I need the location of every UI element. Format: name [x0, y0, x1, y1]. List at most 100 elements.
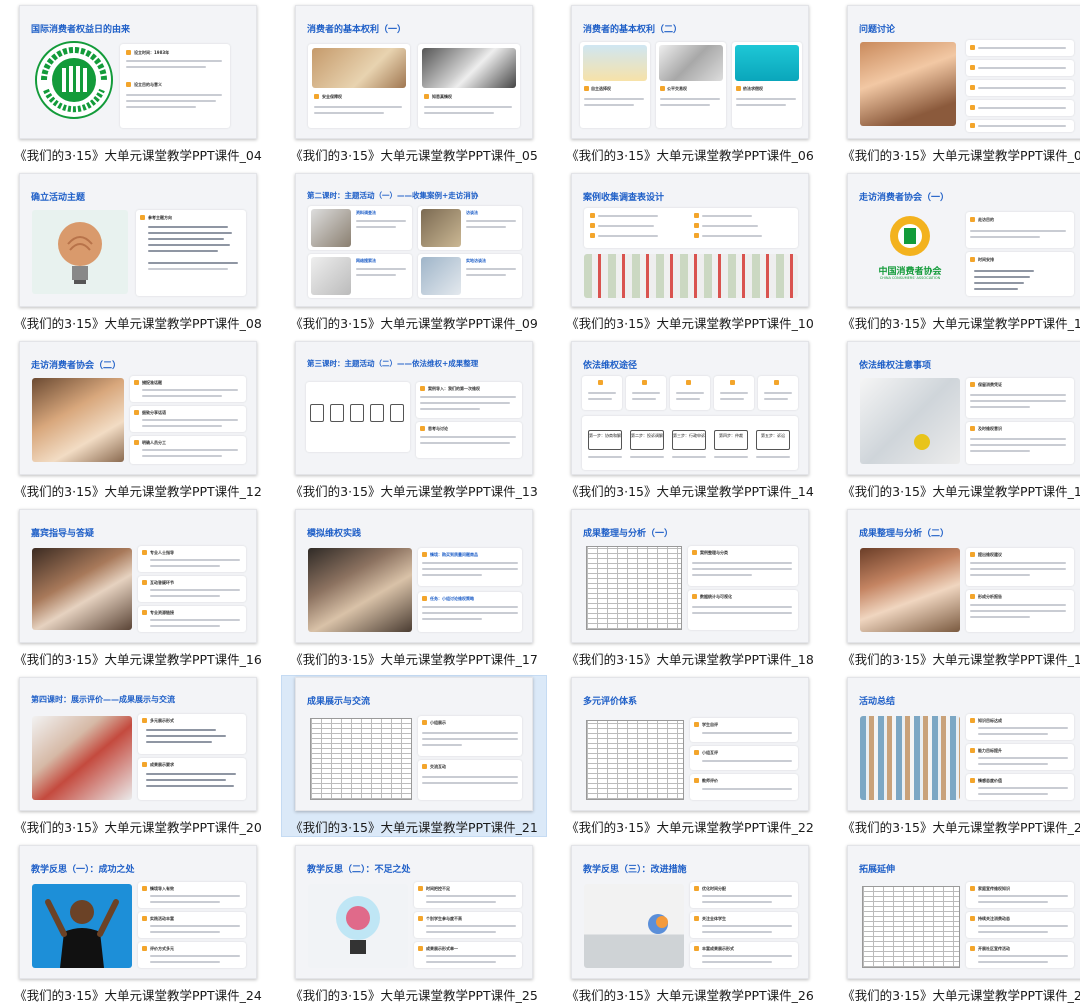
slide-title: 嘉宾指导与答疑 [31, 529, 95, 539]
slide-thumbnail-11[interactable]: 走访消费者协会（一） 中国消费者协会 CHINA CONSUMERS' ASSO… [834, 172, 1080, 332]
slide-thumbnail-17[interactable]: 模拟维权实践 情境：购买到质量问题商品 任务：小组讨论维权策略 《我们的3·15… [282, 508, 546, 668]
slide-label: 《我们的3·15》大单元课堂教学PPT课件_11 [842, 316, 1080, 331]
slide-thumbnail-09[interactable]: 第二课时：主题活动（一）——收集案例+走访消协 资料调查法 访谈法 网络搜索法 … [282, 172, 546, 332]
slide-thumbnail-21[interactable]: 成果展示与交流 小组展示 交流互动 《我们的3·15》大单元课堂教学PPT课件_… [281, 675, 547, 837]
slide-preview: 模拟维权实践 情境：购买到质量问题商品 任务：小组讨论维权策略 [295, 509, 533, 643]
slide-thumbnail-08[interactable]: 确立活动主题 参考主题方向 《我们的3·15》大单元课堂教学PPT课件_08 [6, 172, 270, 332]
slide-thumbnail-10[interactable]: 案例收集调查表设计 《我们的3·15》大单元课堂教学PPT课件_10 [558, 172, 822, 332]
slide-thumbnail-20[interactable]: 第四课时：展示评价——成果展示与交流 多元展示形式 成果展示要求 《我们的3·1… [6, 676, 270, 836]
slide-preview: 第二课时：主题活动（一）——收集案例+走访消协 资料调查法 访谈法 网络搜索法 … [295, 173, 533, 307]
slide-title: 国际消费者权益日的由来 [31, 25, 131, 35]
point-text: 专业资源链接 [150, 610, 174, 615]
point-text: 情境：购买到质量问题商品 [430, 552, 478, 557]
slide-thumbnail-27[interactable]: 拓展延伸 家庭宣传维权知识 持续关注消费动态 开展社区宣传活动 《我们的3·15… [834, 844, 1080, 1004]
discussion-card: 思考与讨论 [416, 422, 522, 458]
text-line [424, 112, 494, 114]
slide-title: 第二课时：主题活动（一）——收集案例+走访消协 [307, 191, 479, 200]
handshake-image [659, 45, 723, 81]
slide-title: 第三课时：主题活动（二）——依法维权+成果整理 [307, 359, 479, 368]
slide-thumbnail-15[interactable]: 依法维权注意事项 保留消费凭证 及时维权意识 《我们的3·15》大单元课堂教学P… [834, 340, 1080, 500]
slide-label: 《我们的3·15》大单元课堂教学PPT课件_08 [14, 316, 262, 331]
slide-thumbnail-19[interactable]: 成果整理与分析（二） 提出维权建议 形成分析报告 《我们的3·15》大单元课堂教… [834, 508, 1080, 668]
point-text: 公平交易权 [667, 86, 687, 91]
receipt-photo [860, 378, 960, 464]
practice-photo [308, 548, 412, 632]
guest-photo [32, 548, 132, 630]
slide-thumbnail-13[interactable]: 第三课时：主题活动（二）——依法维权+成果整理 案例导入：我们的第一次维权 思考… [282, 340, 546, 500]
evaluation-table [586, 720, 684, 800]
slide-title: 多元评价体系 [583, 697, 638, 707]
slide-preview: 依法维权途径 第一步：协商和解 第二步：投诉调解 第三步：行政申诉 第四步：仲裁… [571, 341, 809, 475]
bulb-image [308, 884, 408, 968]
point-text: 知悉真情权 [432, 94, 452, 99]
slide-label: 《我们的3·15》大单元课堂教学PPT课件_16 [14, 652, 262, 667]
info-card: 成果展示要求 [138, 758, 246, 800]
point-text: 数据统计与可视化 [700, 594, 732, 599]
point-text: 明确人员分工 [142, 440, 166, 445]
info-card: 及时维权意识 [966, 422, 1074, 464]
slide-preview: 案例收集调查表设计 [571, 173, 809, 307]
slide-thumbnail-06[interactable]: 消费者的基本权利（二） 自主选择权 公平交易权 依法求偿权 《我们的3·15》大… [558, 4, 822, 164]
slide-thumbnail-25[interactable]: 教学反思（二）：不足之处 时间把控不足 个别学生参与度不高 成果展示形式单一 《… [282, 844, 546, 1004]
slide-label: 《我们的3·15》大单元课堂教学PPT课件_10 [566, 316, 814, 331]
person-icon [45, 899, 119, 968]
bullet-icon [126, 82, 131, 87]
point-text: 情感态度价值 [978, 778, 1002, 783]
slide-title: 活动总结 [859, 697, 896, 707]
slide-preview: 走访消费者协会（二） 捕捉准话题 细致分享话语 明确人员分工 [19, 341, 257, 475]
right-card: 知悉真情权 [418, 44, 520, 128]
person-image [735, 45, 799, 81]
method-card: 网络搜索法 [308, 254, 412, 298]
slide-thumbnail-14[interactable]: 依法维权途径 第一步：协商和解 第二步：投诉调解 第三步：行政申诉 第四步：仲裁… [558, 340, 822, 500]
point-text: 个别学生参与度不高 [426, 916, 462, 921]
point-text: 家庭宣传维权知识 [978, 886, 1010, 891]
seal-icon [914, 434, 930, 450]
method-card: 访谈法 [418, 206, 522, 250]
point-text: 保留消费凭证 [978, 382, 1002, 387]
slide-thumbnail-07[interactable]: 问题讨论 《我们的3·15》大单元课堂教学PPT课件_07 [834, 4, 1080, 164]
brain-photo [584, 884, 684, 968]
slide-label: 《我们的3·15》大单元课堂教学PPT课件_25 [290, 988, 538, 1003]
slide-thumbnail-12[interactable]: 走访消费者协会（二） 捕捉准话题 细致分享话语 明确人员分工 《我们的3·15》… [6, 340, 270, 500]
point-text: 细致分享话语 [142, 410, 166, 415]
flow-step: 第四步：仲裁 [714, 430, 748, 450]
slide-label: 《我们的3·15》大单元课堂教学PPT课件_14 [566, 484, 814, 499]
slide-thumbnail-23[interactable]: 活动总结 知识目标达成 能力目标提升 情感态度价值 《我们的3·15》大单元课堂… [834, 676, 1080, 836]
info-card: 实践活动丰富 [138, 912, 246, 938]
channel-card [714, 376, 754, 410]
point-text: 思考与讨论 [428, 426, 448, 431]
slide-thumbnail-24[interactable]: 教学反思（一）：成功之处 情境导入有效 实践活动丰富 评价方式多元 《我们的3·… [6, 844, 270, 1004]
slide-thumbnail-16[interactable]: 嘉宾指导与答疑 专业人士指导 互动答疑环节 专业资源链接 《我们的3·15》大单… [6, 508, 270, 668]
point-text: 学生自评 [702, 722, 718, 727]
consumers-international-logo [35, 41, 113, 119]
slide-thumbnail-22[interactable]: 多元评价体系 学生自评 小组互评 教师评价 《我们的3·15》大单元课堂教学PP… [558, 676, 822, 836]
text-line [148, 250, 218, 252]
question-card [966, 80, 1074, 96]
slide-preview: 确立活动主题 参考主题方向 [19, 173, 257, 307]
slide-preview: 成果整理与分析（二） 提出维权建议 形成分析报告 [847, 509, 1080, 643]
flow-step: 第三步：行政申诉 [672, 430, 706, 450]
survey-card [584, 208, 798, 248]
bulb-image [32, 210, 128, 294]
info-card: 情境导入有效 [138, 882, 246, 908]
slide-thumbnail-05[interactable]: 消费者的基本权利（一） 安全保障权 知悉真情权 《我们的3·15》大单元课堂教学… [282, 4, 546, 164]
slide-thumbnail-26[interactable]: 教学反思（三）：改进措施 优化时间分配 关注全体学生 丰富成果展示形式 《我们的… [558, 844, 822, 1004]
slide-thumbnail-18[interactable]: 成果整理与分析（一） 案例整理与分类 数据统计与可视化 《我们的3·15》大单元… [558, 508, 822, 668]
text-line [126, 106, 196, 108]
info-card: 案例整理与分类 [688, 546, 798, 586]
slide-label: 《我们的3·15》大单元课堂教学PPT课件_26 [566, 988, 814, 1003]
info-card: 提出维权建议 [966, 548, 1074, 586]
label-photo [422, 48, 516, 88]
slide-label: 《我们的3·15》大单元课堂教学PPT课件_05 [290, 148, 538, 163]
point-text: 网络搜索法 [356, 258, 376, 263]
logo-subtext: CHINA CONSUMERS' ASSOCIATION [879, 276, 941, 280]
point-text: 小组展示 [430, 720, 446, 725]
slide-thumbnail-04[interactable]: 国际消费者权益日的由来 设立时间：1983年 设立目的与意义 《我们的3·15》… [6, 4, 270, 164]
library-photo [860, 716, 960, 800]
slide-label: 《我们的3·15》大单元课堂教学PPT课件_22 [566, 820, 814, 835]
slide-title: 依法维权途径 [583, 361, 638, 371]
text-line [736, 98, 796, 100]
slide-label: 《我们的3·15》大单元课堂教学PPT课件_20 [14, 820, 262, 835]
slide-title: 模拟维权实践 [307, 529, 362, 539]
point-text: 互动答疑环节 [150, 580, 174, 585]
